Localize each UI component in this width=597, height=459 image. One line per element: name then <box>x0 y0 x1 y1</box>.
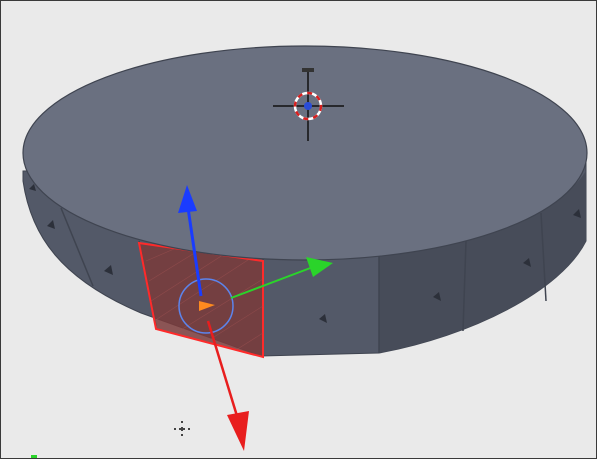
viewport-canvas[interactable] <box>1 1 597 459</box>
corner-axis-indicator <box>31 455 37 458</box>
3d-viewport[interactable] <box>0 0 597 459</box>
cylinder-top-face[interactable] <box>22 45 588 261</box>
